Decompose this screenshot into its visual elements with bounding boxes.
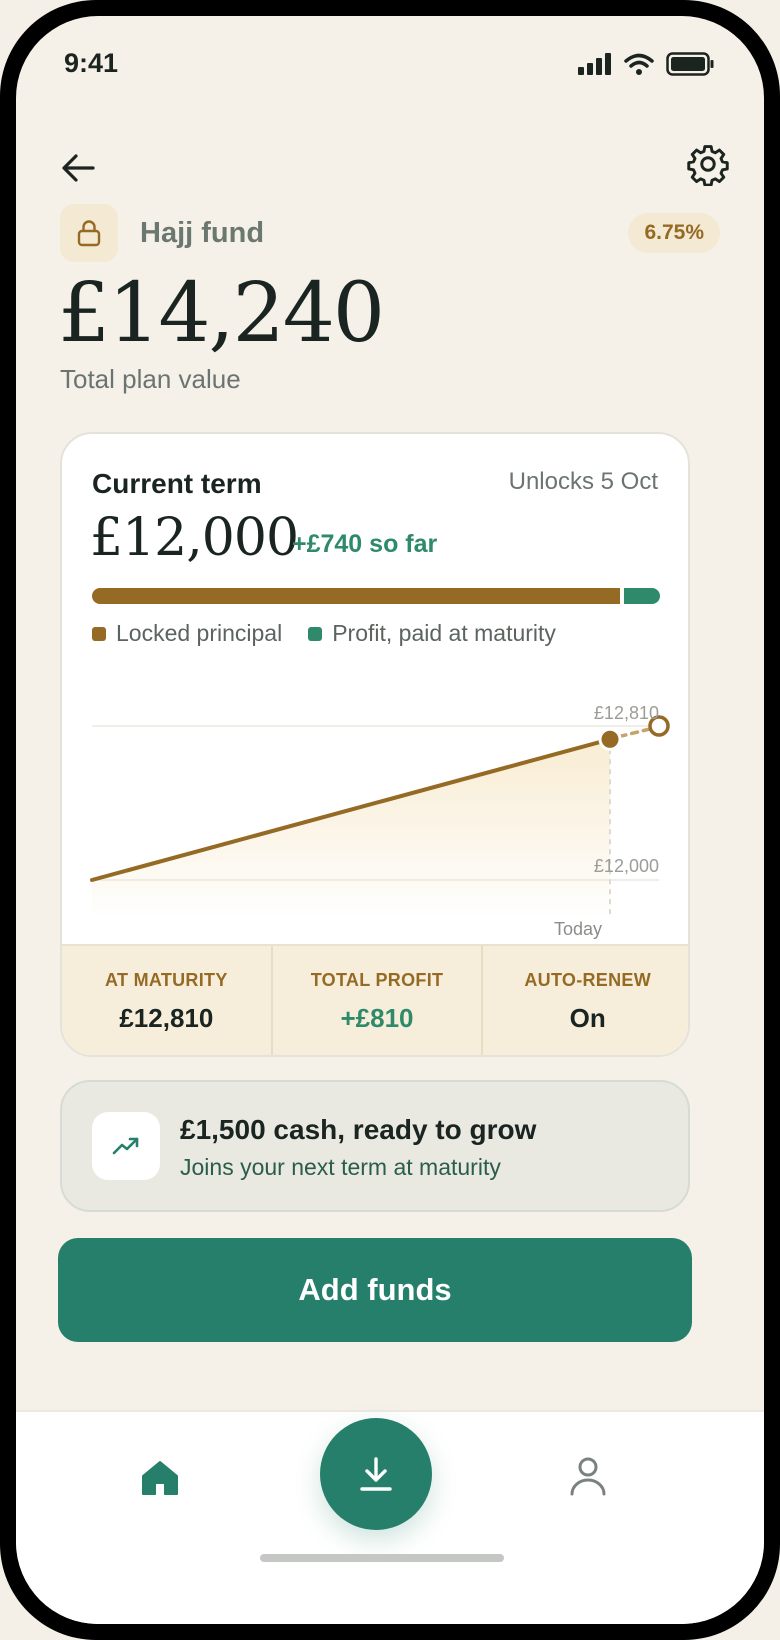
projection-line — [618, 727, 652, 739]
chart-legend: Locked principal Profit, paid at maturit… — [92, 620, 556, 647]
trending-up-icon — [112, 1137, 139, 1155]
status-time: 9:41 — [64, 48, 119, 78]
stat-at-maturity: AT MATURITY £12,810 — [62, 946, 273, 1055]
stat-auto-renew[interactable]: AUTO-RENEW On — [483, 946, 688, 1055]
principal-profit-bar — [92, 588, 660, 604]
app-screen: 9:41 Hajj fund 6.75% £14,240 Total plan … — [16, 16, 764, 1624]
settings-button[interactable] — [678, 134, 738, 194]
total-plan-value-label: Total plan value — [60, 364, 241, 394]
chart-label-principal-value: £12,000 — [594, 856, 659, 876]
growth-area — [92, 739, 610, 914]
add-funds-button[interactable]: Add funds — [58, 1238, 692, 1342]
growth-chart: £12,810 £12,000 Today — [90, 703, 670, 939]
term-stats: AT MATURITY £12,810 TOTAL PROFIT +£810 A… — [62, 944, 688, 1055]
cash-ready-card[interactable]: £1,500 cash, ready to grow Joins your ne… — [60, 1080, 690, 1212]
term-amount: £12,000 — [90, 508, 299, 568]
term-title: Current term — [92, 468, 262, 499]
legend-label: Profit, paid at maturity — [332, 620, 556, 646]
legend-item-principal: Locked principal — [92, 620, 282, 647]
lock-icon — [77, 220, 101, 247]
term-profit: +£740 so far — [292, 530, 438, 558]
current-term-card: Current term Unlocks 5 Oct £12,000 +£740… — [60, 432, 690, 1057]
home-icon — [142, 1461, 178, 1495]
battery-icon — [666, 52, 714, 76]
stat-label: AT MATURITY — [105, 970, 228, 990]
term-unlock-date: Unlocks 5 Oct — [508, 468, 658, 495]
back-button[interactable] — [50, 140, 106, 196]
cash-title: £1,500 cash, ready to grow — [180, 1114, 537, 1145]
fund-name: Hajj fund — [140, 217, 265, 249]
stat-value: +£810 — [340, 1003, 414, 1033]
gear-icon — [687, 145, 729, 186]
stat-label: AUTO-RENEW — [524, 970, 652, 990]
legend-swatch-principal — [92, 626, 106, 641]
stat-value: £12,810 — [119, 1003, 214, 1033]
profile-icon — [570, 1457, 606, 1496]
today-point — [598, 727, 622, 751]
nav-deposit-button[interactable] — [320, 1418, 432, 1530]
phone-frame: 9:41 Hajj fund 6.75% £14,240 Total plan … — [0, 0, 780, 1640]
nav-profile[interactable] — [562, 1448, 614, 1504]
download-icon — [360, 1457, 392, 1491]
legend-label: Locked principal — [116, 620, 283, 646]
stat-label: TOTAL PROFIT — [310, 970, 444, 990]
cash-icon-tile — [92, 1112, 160, 1180]
principal-segment — [92, 588, 620, 604]
home-indicator — [260, 1554, 504, 1562]
chart-label-maturity-value: £12,810 — [594, 703, 659, 723]
chart-label-today: Today — [554, 919, 602, 939]
rate-badge: 6.75% — [628, 213, 720, 253]
status-icons — [578, 52, 714, 76]
profit-segment — [624, 588, 660, 604]
legend-swatch-profit — [308, 626, 323, 641]
total-plan-value: £14,240 — [58, 266, 385, 361]
signal-icon — [578, 53, 611, 75]
stat-value: On — [569, 1003, 606, 1033]
lock-badge — [60, 204, 118, 262]
legend-item-profit: Profit, paid at maturity — [308, 620, 556, 647]
cash-subtitle: Joins your next term at maturity — [180, 1154, 501, 1180]
arrow-left-icon — [62, 154, 95, 182]
stat-total-profit: TOTAL PROFIT +£810 — [273, 946, 484, 1055]
wifi-icon — [624, 53, 654, 75]
bottom-nav — [16, 1410, 764, 1624]
nav-home[interactable] — [134, 1452, 186, 1504]
